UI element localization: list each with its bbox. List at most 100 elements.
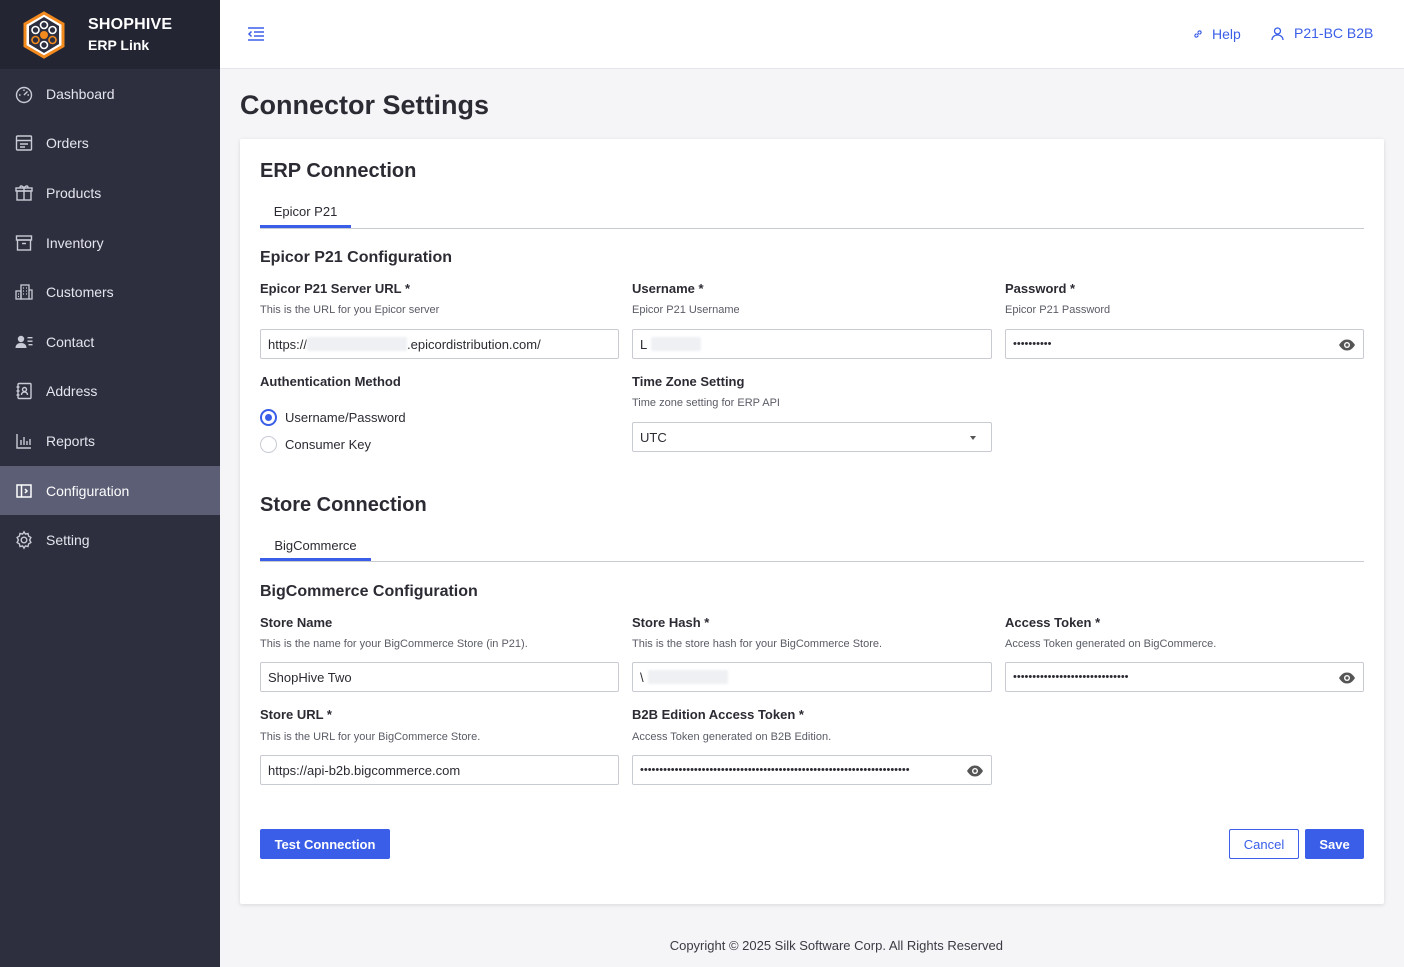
sidebar-item-label: Orders — [46, 135, 89, 152]
access-token-field[interactable]: •••••••••••••••••••••••••••••• — [1005, 662, 1364, 692]
sidebar-item-customers[interactable]: Customers — [0, 267, 220, 317]
store-url-label: Store URL * — [260, 707, 332, 722]
chevron-down-icon — [970, 436, 976, 440]
username-field[interactable]: L — [632, 329, 992, 359]
tab-divider — [260, 228, 1364, 229]
show-token-eye-icon[interactable] — [1338, 671, 1356, 685]
address-icon — [16, 383, 32, 400]
help-link[interactable]: Help — [1192, 26, 1241, 42]
brand-subtitle: ERP Link — [88, 36, 150, 53]
timezone-label: Time Zone Setting — [632, 374, 745, 389]
erp-section-title: ERP Connection — [260, 160, 417, 182]
password-help: Epicor P21 Password — [1005, 304, 1111, 316]
sidebar-item-orders[interactable]: Orders — [0, 119, 220, 169]
sidebar-item-label: Contact — [46, 333, 95, 350]
timezone-select[interactable]: UTC — [632, 422, 992, 452]
sidebar-item-reports[interactable]: Reports — [0, 416, 220, 466]
password-value: •••••••••• — [1013, 338, 1052, 350]
sidebar-item-contact[interactable]: Contact — [0, 317, 220, 367]
b2b-token-label: B2B Edition Access Token * — [632, 707, 804, 722]
server-url-label: Epicor P21 Server URL * — [260, 281, 411, 296]
setting-icon — [16, 530, 32, 550]
tab-divider — [260, 561, 1364, 562]
sidebar: SHOPHIVE ERP Link Dashboard Orders Produ… — [0, 0, 220, 967]
save-button[interactable]: Save — [1305, 829, 1364, 859]
radio-label: Consumer Key — [285, 437, 371, 452]
server-url-suffix: .epicordistribution.com/ — [407, 336, 541, 352]
user-label: P21-BC B2B — [1294, 25, 1374, 41]
show-b2b-token-eye-icon[interactable] — [966, 764, 984, 778]
store-section-title: Store Connection — [260, 494, 427, 516]
sidebar-item-label: Setting — [46, 532, 90, 549]
top-bar: Help P21-BC B2B — [220, 0, 1404, 69]
store-name-value: ShopHive Two — [268, 669, 352, 685]
redacted-value — [647, 670, 728, 684]
sidebar-item-products[interactable]: Products — [0, 168, 220, 218]
store-name-help: This is the name for your BigCommerce St… — [260, 638, 528, 650]
store-name-field[interactable]: ShopHive Two — [260, 662, 619, 692]
help-label: Help — [1212, 26, 1241, 42]
store-url-help: This is the URL for your BigCommerce Sto… — [260, 731, 481, 743]
link-icon — [1194, 30, 1202, 38]
tab-label: Epicor P21 — [273, 204, 338, 219]
footer-copyright: Copyright © 2025 Silk Software Corp. All… — [669, 938, 1003, 953]
store-url-field[interactable]: https://api-b2b.bigcommerce.com — [260, 755, 619, 785]
store-config-title: BigCommerce Configuration — [260, 583, 478, 600]
server-url-prefix: https:// — [268, 336, 308, 352]
user-menu[interactable]: P21-BC B2B — [1270, 25, 1373, 41]
sidebar-item-label: Configuration — [46, 482, 130, 499]
tab-label: BigCommerce — [274, 538, 357, 553]
cancel-button[interactable]: Cancel — [1229, 829, 1299, 859]
sidebar-item-label: Dashboard — [46, 85, 115, 102]
timezone-help: Time zone setting for ERP API — [632, 397, 780, 409]
access-token-value: •••••••••••••••••••••••••••••• — [1013, 671, 1129, 683]
b2b-token-help: Access Token generated on B2B Edition. — [632, 731, 832, 743]
contact-icon — [15, 335, 33, 348]
auth-option-consumer-key[interactable]: Consumer Key — [260, 436, 371, 453]
sidebar-item-label: Products — [46, 184, 102, 201]
auth-option-username-password[interactable]: Username/Password — [260, 409, 406, 426]
customers-icon — [15, 284, 33, 300]
username-label: Username * — [632, 281, 704, 296]
page-title: Connector Settings — [240, 90, 490, 120]
shophive-logo-icon — [23, 10, 65, 59]
password-label: Password * — [1005, 281, 1076, 296]
tab-epicor-p21[interactable]: Epicor P21 — [260, 204, 351, 219]
store-url-value: https://api-b2b.bigcommerce.com — [268, 762, 461, 778]
radio-label: Username/Password — [285, 410, 406, 425]
brand[interactable]: SHOPHIVE ERP Link — [0, 0, 220, 69]
sidebar-item-setting[interactable]: Setting — [0, 515, 220, 565]
sidebar-item-inventory[interactable]: Inventory — [0, 218, 220, 268]
reports-icon — [16, 433, 31, 449]
store-hash-field[interactable]: \ — [632, 662, 992, 692]
tab-bigcommerce[interactable]: BigCommerce — [260, 538, 371, 553]
sidebar-nav: Dashboard Orders Products Inventory Cust… — [0, 69, 220, 565]
menu-collapse-icon[interactable] — [246, 24, 266, 44]
username-help: Epicor P21 Username — [632, 304, 740, 316]
timezone-value: UTC — [640, 429, 667, 445]
server-url-field[interactable]: https:// .epicordistribution.com/ — [260, 329, 619, 359]
access-token-help: Access Token generated on BigCommerce. — [1005, 638, 1217, 650]
settings-card: ERP Connection Epicor P21 Epicor P21 Con… — [240, 139, 1384, 904]
b2b-token-field[interactable]: ••••••••••••••••••••••••••••••••••••••••… — [632, 755, 992, 785]
show-password-eye-icon[interactable] — [1338, 338, 1356, 352]
erp-config-title: Epicor P21 Configuration — [260, 249, 453, 266]
sidebar-item-configuration[interactable]: Configuration — [0, 465, 220, 516]
store-hash-value: \ — [640, 669, 644, 685]
auth-method-label: Authentication Method — [260, 374, 401, 389]
access-token-label: Access Token * — [1005, 615, 1101, 630]
sidebar-item-address[interactable]: Address — [0, 367, 220, 417]
inventory-icon — [15, 234, 33, 251]
dashboard-icon — [15, 86, 33, 103]
test-connection-button[interactable]: Test Connection — [260, 829, 390, 859]
sidebar-item-label: Reports — [46, 432, 96, 449]
radio-unchecked[interactable] — [260, 436, 277, 453]
redacted-value — [307, 337, 408, 351]
radio-checked[interactable] — [260, 409, 277, 426]
sidebar-item-dashboard[interactable]: Dashboard — [0, 69, 220, 119]
redacted-value — [651, 337, 702, 351]
store-name-label: Store Name — [260, 615, 333, 630]
sidebar-item-label: Inventory — [46, 234, 104, 251]
store-hash-help: This is the store hash for your BigComme… — [632, 638, 883, 650]
password-field[interactable]: •••••••••• — [1005, 329, 1364, 359]
